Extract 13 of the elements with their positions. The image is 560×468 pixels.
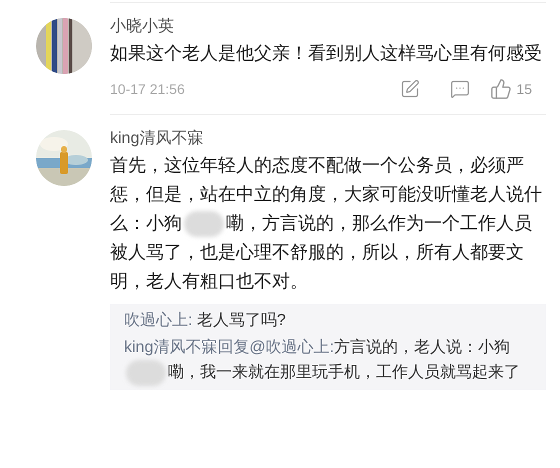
comment-text: 首先，这位年轻人的态度不配做一个公务员，必须严惩，但是，站在中立的角度，大家可能没听懂老人说什么：小狗 嘞，方言说的，那么作为一个工作人员被人骂了，也是心理不舒服的，所以，所有人都要文明，老人有粗口也不对。 xyxy=(110,154,542,293)
blur-mark xyxy=(126,360,166,386)
like-count: 15 xyxy=(516,80,532,98)
timestamp: 10-17 21:56 xyxy=(110,80,186,98)
reply-text: 吹過心上: 老人骂了吗? xyxy=(124,310,287,331)
reply-text: king清风不寐回复@吹過心上:方言说的，老人说：小狗 嘞，我一来就在那里玩手机，工作人员就骂起来了 xyxy=(124,335,532,386)
edit-icon[interactable] xyxy=(400,79,420,99)
like-icon[interactable] xyxy=(490,78,512,100)
comment-text: 如果这个老人是他父亲！看到别人这样骂心里有何感受 xyxy=(110,42,542,65)
blur-mark xyxy=(184,211,224,238)
username[interactable]: 小晓小英 xyxy=(110,15,174,39)
username[interactable]: king清风不寐 xyxy=(110,127,204,151)
comment-icon[interactable] xyxy=(450,79,470,99)
